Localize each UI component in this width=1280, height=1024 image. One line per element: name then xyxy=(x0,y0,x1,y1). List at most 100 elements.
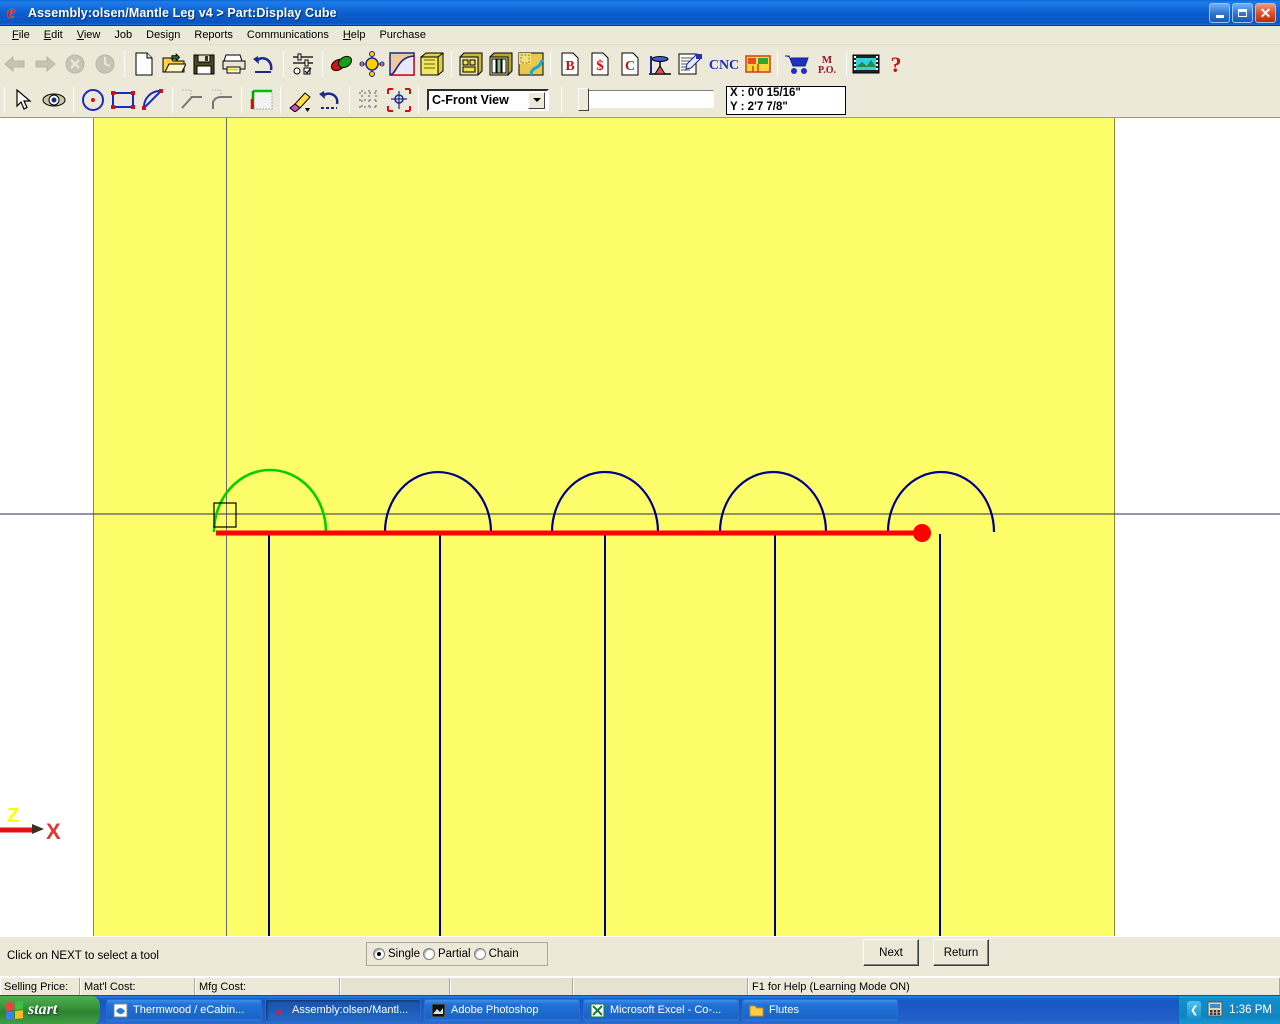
fillet-corner-icon[interactable] xyxy=(207,85,237,115)
rectangle-tool-icon[interactable] xyxy=(108,85,138,115)
ie-browser-icon xyxy=(113,1003,128,1018)
view-dropdown[interactable]: C-Front View xyxy=(427,89,549,111)
line-corner-icon[interactable] xyxy=(177,85,207,115)
menu-reports[interactable]: Reports xyxy=(187,27,240,43)
grid-icon[interactable] xyxy=(354,85,384,115)
profile-editor-icon[interactable] xyxy=(387,49,417,79)
system-tray: ❮ 1:36 PM xyxy=(1178,995,1280,1024)
settings-sliders-icon[interactable] xyxy=(288,49,318,79)
return-button[interactable]: Return xyxy=(933,939,989,966)
machine-icon[interactable] xyxy=(645,49,675,79)
radio-single-dot[interactable] xyxy=(373,948,385,960)
title-bar: e Assembly:olsen/Mantle Leg v4 > Part:Di… xyxy=(0,0,1280,26)
start-button-label: start xyxy=(28,1001,58,1018)
toolbar-separator xyxy=(846,51,847,77)
materials-icon[interactable] xyxy=(327,49,357,79)
circle-tool-icon[interactable] xyxy=(78,85,108,115)
select-arrow-icon[interactable] xyxy=(9,85,39,115)
taskbar-item-flutes[interactable]: Flutes xyxy=(742,998,898,1022)
menu-communications[interactable]: Communications xyxy=(240,27,336,43)
stop-icon[interactable] xyxy=(60,49,90,79)
minimize-button[interactable] xyxy=(1209,2,1230,23)
purchase-cart-icon[interactable] xyxy=(782,49,812,79)
toolbar-separator xyxy=(451,51,452,77)
radio-partial-label: Partial xyxy=(437,948,471,960)
nesting-icon[interactable] xyxy=(743,49,773,79)
maximize-button[interactable] xyxy=(1232,2,1253,23)
excel-icon xyxy=(590,1003,605,1018)
bid-report-icon[interactable]: B xyxy=(555,49,585,79)
edit-doc-icon[interactable] xyxy=(675,49,705,79)
zoom-slider[interactable] xyxy=(576,87,716,113)
menu-file-label: ile xyxy=(18,29,30,41)
chevron-down-icon[interactable] xyxy=(528,91,545,109)
open-folder-icon[interactable] xyxy=(159,49,189,79)
radio-chain[interactable]: Chain xyxy=(473,948,519,960)
eraser-icon[interactable] xyxy=(285,85,315,115)
volume-tray-icon[interactable] xyxy=(1207,1001,1223,1020)
photoshop-icon xyxy=(431,1003,446,1018)
help-question-icon[interactable]: ? xyxy=(881,49,911,79)
refresh-icon[interactable] xyxy=(90,49,120,79)
hardware-icon[interactable] xyxy=(357,49,387,79)
toolbar-separator xyxy=(561,87,562,113)
toolbar-separator xyxy=(124,51,125,77)
taskbar-item-assembly[interactable]: e Assembly:olsen/Mantl... xyxy=(265,998,421,1022)
eye-view-icon[interactable] xyxy=(39,85,69,115)
cabinet-3d-icon[interactable] xyxy=(456,49,486,79)
new-file-icon[interactable] xyxy=(129,49,159,79)
menu-purchase[interactable]: Purchase xyxy=(372,27,432,43)
toolbar-separator xyxy=(172,87,173,113)
radio-chain-dot[interactable] xyxy=(473,948,486,960)
svg-text:Z: Z xyxy=(7,805,19,827)
menu-job[interactable]: Job xyxy=(107,27,139,43)
snap-icon[interactable] xyxy=(384,85,414,115)
cabinet-library-icon[interactable] xyxy=(417,49,447,79)
close-button[interactable]: ✕ xyxy=(1255,2,1276,23)
taskbar-item-photoshop[interactable]: Adobe Photoshop xyxy=(424,998,580,1022)
drawing-canvas[interactable]: Z X xyxy=(0,118,1280,936)
zoom-slider-thumb[interactable] xyxy=(578,88,589,111)
render-film-icon[interactable] xyxy=(851,49,881,79)
radio-partial-dot[interactable] xyxy=(422,948,435,960)
print-icon[interactable] xyxy=(219,49,249,79)
undo-icon[interactable] xyxy=(249,49,279,79)
start-button[interactable]: start xyxy=(0,995,100,1024)
taskbar-clock[interactable]: 1:36 PM xyxy=(1229,1004,1272,1016)
toolbar-separator xyxy=(418,87,419,113)
next-button[interactable]: Next xyxy=(863,939,919,966)
arc-tool-icon[interactable] xyxy=(138,85,168,115)
menu-view[interactable]: View xyxy=(70,27,108,43)
bottom-panel: Click on NEXT to select a tool xyxy=(0,936,1280,976)
status-bar: Selling Price: Mat'l Cost: Mfg Cost: F1 … xyxy=(0,977,1280,995)
menu-edit[interactable]: Edit xyxy=(37,27,70,43)
cost-report-icon[interactable]: $ xyxy=(585,49,615,79)
window-title: Assembly:olsen/Mantle Leg v4 > Part:Disp… xyxy=(28,5,337,20)
taskbar-item-thermwood[interactable]: Thermwood / eCabin... xyxy=(106,998,262,1022)
status-cell-5 xyxy=(450,978,573,995)
status-cell-4 xyxy=(340,978,450,995)
status-mfg-cost: Mfg Cost: xyxy=(195,978,340,995)
bookcase-icon[interactable] xyxy=(486,49,516,79)
boundary-icon[interactable] xyxy=(246,85,276,115)
purchase-order-icon[interactable]: M P.O. xyxy=(812,49,842,79)
undo-draw-icon[interactable] xyxy=(315,85,345,115)
window-controls: ✕ xyxy=(1209,2,1280,23)
zoom-slider-track[interactable] xyxy=(586,90,714,108)
taskbar-item-label: Microsoft Excel - Co-... xyxy=(610,1004,722,1016)
taskbar-item-excel[interactable]: Microsoft Excel - Co-... xyxy=(583,998,739,1022)
selection-mode-group: Single Partial Chain xyxy=(366,942,548,966)
chevron-left-icon[interactable]: ❮ xyxy=(1187,1001,1202,1019)
radio-partial[interactable]: Partial xyxy=(422,948,471,960)
floorplan-icon[interactable] xyxy=(516,49,546,79)
back-arrow-icon[interactable] xyxy=(0,49,30,79)
forward-arrow-icon[interactable] xyxy=(30,49,60,79)
cnc-icon[interactable]: CNC xyxy=(705,49,743,79)
save-disk-icon[interactable] xyxy=(189,49,219,79)
cutlist-report-icon[interactable]: C xyxy=(615,49,645,79)
menu-design[interactable]: Design xyxy=(139,27,187,43)
radio-single[interactable]: Single xyxy=(373,948,420,960)
menu-help[interactable]: Help xyxy=(336,27,373,43)
menu-file[interactable]: File xyxy=(5,27,37,43)
ecabinet-logo-icon: e xyxy=(272,1003,287,1020)
